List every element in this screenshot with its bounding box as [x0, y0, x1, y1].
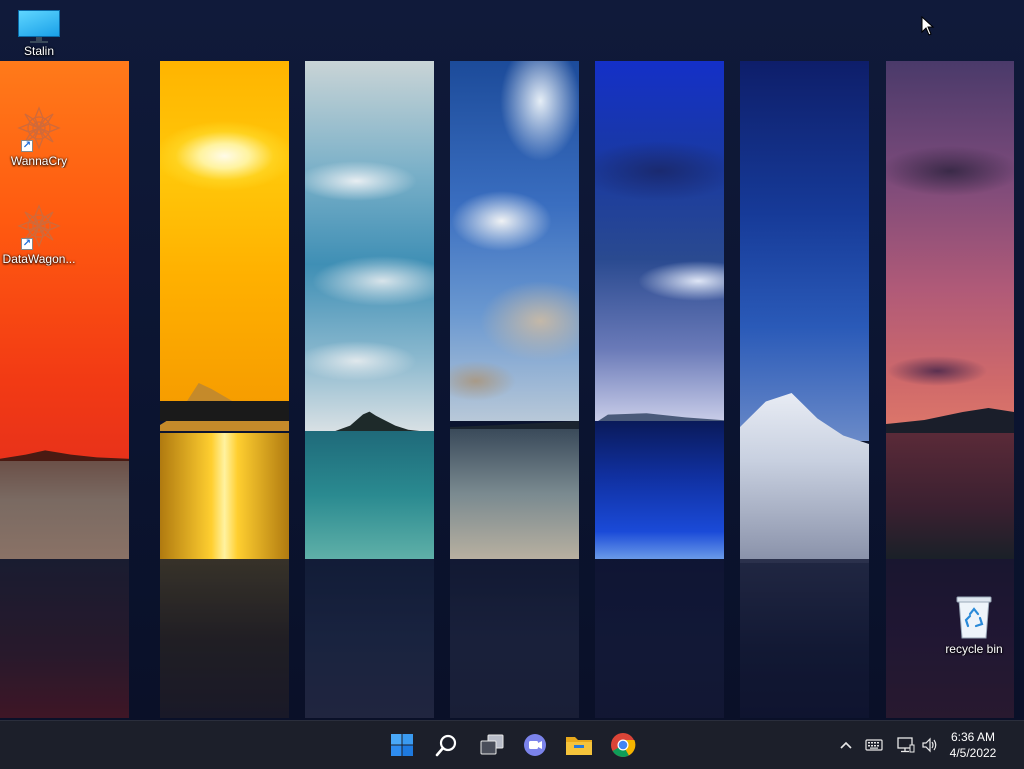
clock-time: 6:36 AM: [950, 730, 996, 744]
wallpaper-panel-teal: [305, 61, 434, 718]
chrome-button[interactable]: [607, 729, 639, 761]
task-view-icon: [480, 734, 504, 755]
volume-icon: [922, 737, 937, 753]
mouse-cursor-icon: [921, 15, 935, 36]
clock-date: 4/5/2022: [949, 746, 997, 760]
mandala-icon: ↗: [15, 202, 63, 250]
desktop-icon-label: DataWagon...: [2, 252, 76, 266]
desktop-icon-label: WannaCry: [10, 154, 68, 168]
wallpaper-panel-deep-blue: [740, 61, 869, 718]
desktop-icon-label: Stalin: [23, 44, 55, 58]
recycle-bin-icon: [954, 594, 994, 640]
start-button[interactable]: [386, 729, 418, 761]
keyboard-button[interactable]: [864, 735, 884, 755]
mandala-icon: ↗: [15, 104, 63, 152]
desktop-icon-datawagon[interactable]: ↗ DataWagon...: [1, 202, 77, 266]
computer-icon: [18, 10, 60, 43]
desktop-icon-label: recycle bin: [945, 642, 1003, 656]
file-explorer-button[interactable]: [563, 729, 595, 761]
task-view-button[interactable]: [476, 729, 508, 761]
volume-button[interactable]: [920, 735, 940, 755]
chat-button[interactable]: [519, 729, 551, 761]
show-hidden-icons-button[interactable]: [836, 735, 856, 755]
file-explorer-icon: [566, 737, 592, 755]
wallpaper-panel-blue: [595, 61, 724, 718]
network-button[interactable]: [896, 735, 916, 755]
search-icon: [435, 734, 457, 757]
keyboard-icon: [865, 739, 883, 751]
chrome-icon: [611, 733, 636, 757]
desktop-wallpaper: [0, 0, 1024, 720]
shortcut-arrow-icon: ↗: [21, 140, 33, 152]
taskbar: 6:36 AM 4/5/2022: [0, 720, 1024, 769]
search-button[interactable]: [431, 729, 463, 761]
wallpaper-panel-yellow: [160, 61, 289, 718]
network-icon: [897, 737, 915, 753]
desktop-icon-recycle-bin[interactable]: recycle bin: [936, 594, 1012, 656]
desktop-icon-stalin[interactable]: Stalin: [1, 10, 77, 58]
chat-icon: [524, 734, 546, 756]
desktop-icon-wannacry[interactable]: ↗ WannaCry: [1, 104, 77, 168]
start-icon: [391, 734, 413, 756]
chevron-up-icon: [840, 741, 852, 749]
system-clock[interactable]: 6:36 AM 4/5/2022: [938, 729, 1008, 761]
wallpaper-panel-sky: [450, 61, 579, 718]
shortcut-arrow-icon: ↗: [21, 238, 33, 250]
